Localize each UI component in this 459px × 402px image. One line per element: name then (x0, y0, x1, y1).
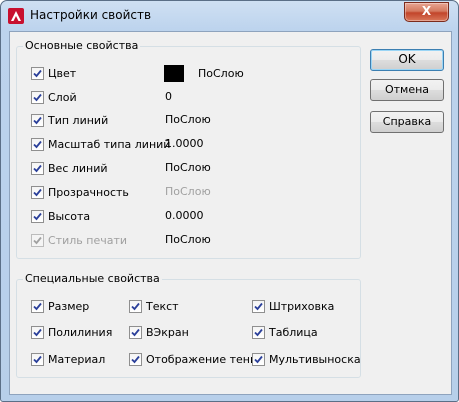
linetype-scale-label: Масштаб типа линий (48, 138, 171, 151)
property-row-plot-style: Стиль печати ПоСлою (31, 232, 331, 248)
plot-style-label: Стиль печати (48, 234, 128, 247)
property-row-layer: Слой 0 (31, 89, 331, 105)
property-row-color: Цвет ПоСлою (31, 65, 331, 82)
lineweight-value: ПоСлою (165, 161, 211, 174)
special-item-multileader: Мультивыноска (252, 351, 361, 367)
color-value: ПоСлою (198, 67, 244, 80)
property-row-thickness: Высота 0.0000 (31, 208, 331, 224)
thickness-checkbox[interactable] (31, 210, 44, 223)
window-title: Настройки свойств (30, 8, 152, 22)
special-item-dimension: Размер (31, 298, 126, 314)
special-item-hatch: Штриховка (252, 298, 352, 314)
plot-style-value: ПоСлою (165, 233, 211, 246)
color-swatch (164, 65, 184, 82)
transparency-checkbox[interactable] (31, 186, 44, 199)
checkmark-icon (33, 140, 42, 149)
hatch-checkbox[interactable] (252, 300, 265, 313)
text-checkbox[interactable] (129, 300, 142, 313)
thickness-value: 0.0000 (165, 209, 204, 222)
property-row-linetype: Тип линий ПоСлою (31, 112, 331, 128)
title-bar[interactable]: Настройки свойств X (1, 1, 458, 31)
transparency-value: ПоСлою (165, 185, 211, 198)
dialog-window: Настройки свойств X Основные свойства Цв… (0, 0, 459, 402)
checkmark-icon (33, 116, 42, 125)
help-button[interactable]: Справка (370, 111, 444, 133)
transparency-label: Прозрачность (48, 186, 129, 199)
checkmark-icon (254, 328, 263, 337)
lineweight-checkbox[interactable] (31, 162, 44, 175)
property-row-lineweight: Вес линий ПоСлою (31, 160, 331, 176)
ok-button[interactable]: OK (370, 49, 444, 71)
plot-style-checkbox (31, 234, 44, 247)
checkmark-icon (131, 302, 140, 311)
linetype-value: ПоСлою (165, 113, 211, 126)
layer-checkbox[interactable] (31, 91, 44, 104)
material-label: Материал (48, 353, 106, 366)
polyline-checkbox[interactable] (31, 326, 44, 339)
checkmark-icon (33, 212, 42, 221)
linetype-checkbox[interactable] (31, 114, 44, 127)
viewport-checkbox[interactable] (129, 326, 142, 339)
special-item-shadow-display: Отображение тени (129, 351, 257, 367)
text-label: Текст (146, 300, 179, 313)
special-properties-group-label: Специальные свойства (23, 272, 162, 285)
checkmark-icon (33, 93, 42, 102)
checkmark-icon (33, 355, 42, 364)
hatch-label: Штриховка (269, 300, 335, 313)
checkmark-icon (131, 355, 140, 364)
dialog-client-area: Основные свойства Цвет ПоСлою Слой 0 Тип… (9, 31, 452, 395)
special-item-viewport: ВЭкран (129, 324, 239, 340)
lineweight-label: Вес линий (48, 162, 108, 175)
table-label: Таблица (269, 326, 318, 339)
thickness-label: Высота (48, 210, 91, 223)
polyline-label: Полилиния (48, 326, 113, 339)
material-checkbox[interactable] (31, 353, 44, 366)
shadow-display-label: Отображение тени (146, 353, 258, 366)
color-label: Цвет (48, 67, 77, 80)
layer-label: Слой (48, 91, 77, 104)
table-checkbox[interactable] (252, 326, 265, 339)
property-row-transparency: Прозрачность ПоСлою (31, 184, 331, 200)
checkmark-icon (131, 328, 140, 337)
checkmark-icon (33, 164, 42, 173)
checkmark-icon (254, 355, 263, 364)
special-item-material: Материал (31, 351, 126, 367)
linetype-label: Тип линий (48, 114, 109, 127)
checkmark-icon (33, 236, 42, 245)
cancel-button[interactable]: Отмена (370, 79, 444, 101)
close-icon: X (421, 4, 432, 18)
dimension-checkbox[interactable] (31, 300, 44, 313)
linetype-scale-value: 1.0000 (165, 137, 204, 150)
checkmark-icon (33, 188, 42, 197)
shadow-display-checkbox[interactable] (129, 353, 142, 366)
checkmark-icon (33, 69, 42, 78)
viewport-label: ВЭкран (146, 326, 189, 339)
property-row-linetype-scale: Масштаб типа линий 1.0000 (31, 136, 331, 152)
multileader-label: Мультивыноска (269, 353, 361, 366)
checkmark-icon (254, 302, 263, 311)
linetype-scale-checkbox[interactable] (31, 138, 44, 151)
color-checkbox[interactable] (31, 67, 44, 80)
checkmark-icon (33, 302, 42, 311)
checkmark-icon (33, 328, 42, 337)
special-item-table: Таблица (252, 324, 352, 340)
multileader-checkbox[interactable] (252, 353, 265, 366)
layer-value: 0 (165, 90, 172, 103)
special-item-text: Текст (129, 298, 239, 314)
basic-properties-group-label: Основные свойства (23, 39, 141, 52)
dimension-label: Размер (48, 300, 90, 313)
close-button[interactable]: X (404, 2, 449, 22)
autocad-app-icon (8, 8, 24, 24)
special-item-polyline: Полилиния (31, 324, 126, 340)
